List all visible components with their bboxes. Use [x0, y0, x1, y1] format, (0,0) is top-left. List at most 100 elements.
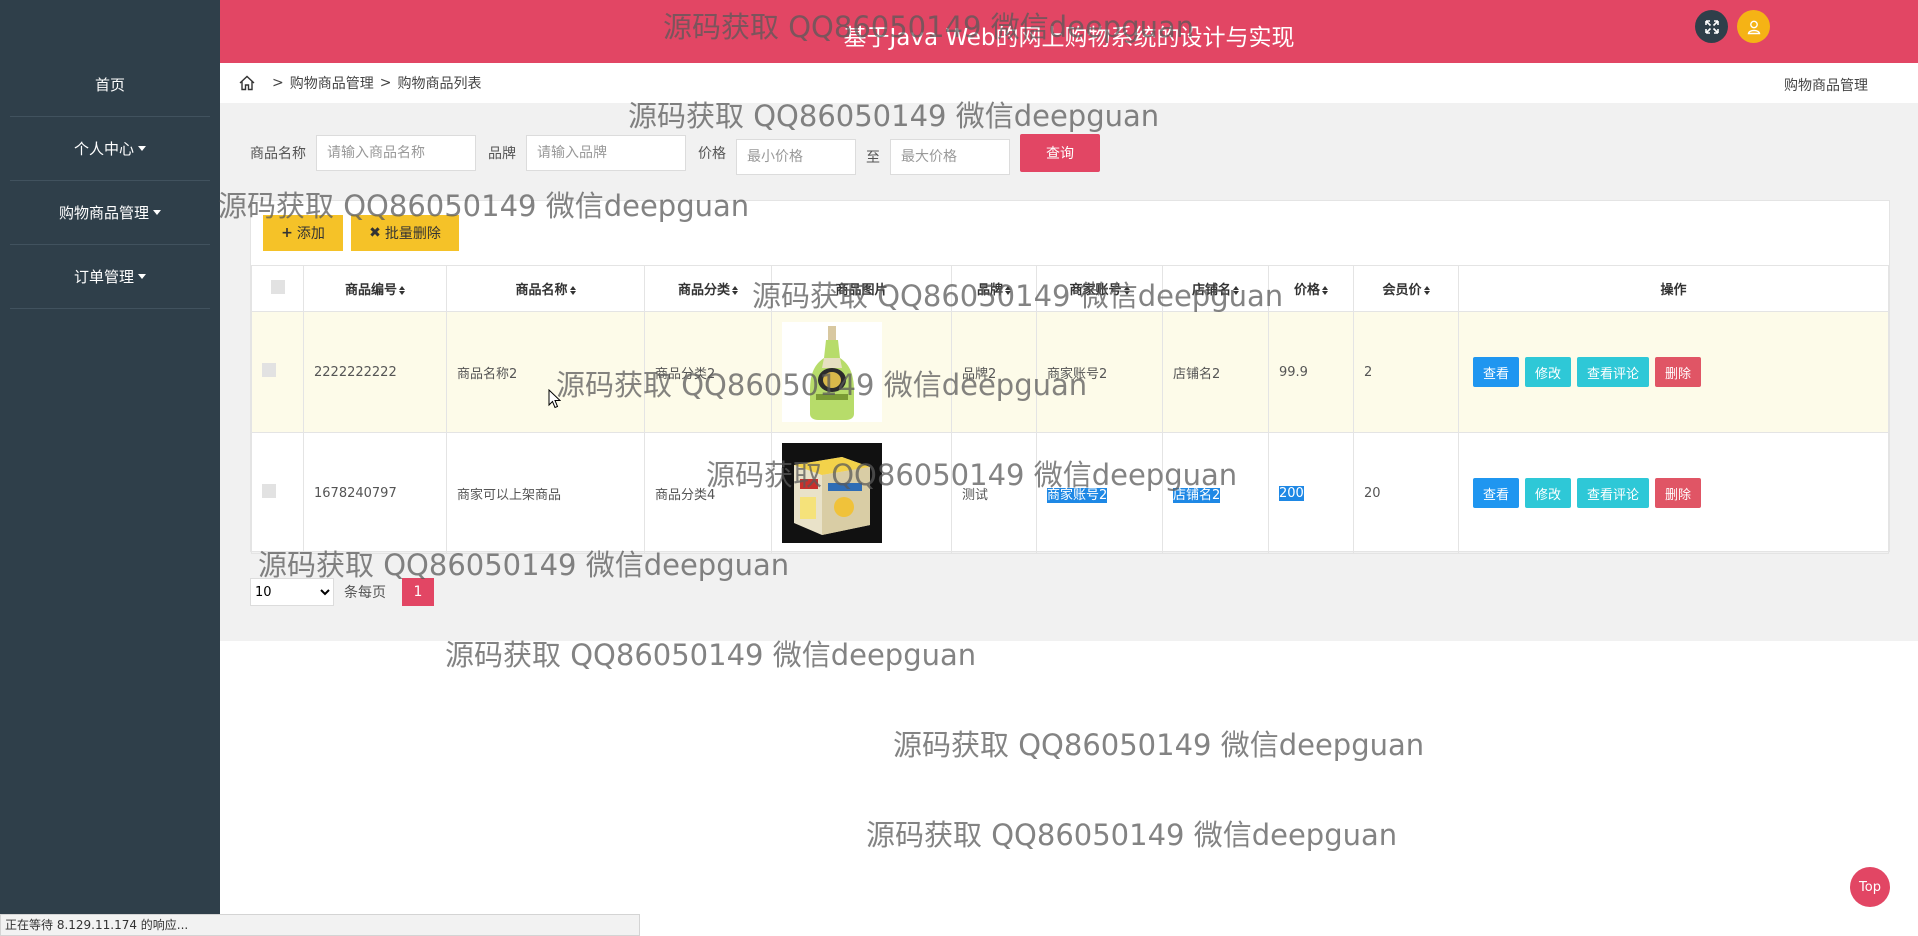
product-name-cell: 商品名称2 [446, 311, 645, 433]
column-header: 操作 [1458, 265, 1889, 312]
sidebar-item-label: 购物商品管理 [58, 204, 149, 222]
view-comments-button[interactable]: 查看评论 [1577, 357, 1650, 387]
product-image-cell [771, 432, 952, 554]
column-header[interactable]: 商品编号 [303, 265, 447, 312]
column-header[interactable]: 店铺名 [1162, 265, 1269, 312]
search-form: 商品名称 品牌 价格 至 查询 [250, 132, 1100, 175]
merchant-account-cell: 商家账号2 [1036, 432, 1163, 554]
row-checkbox[interactable] [262, 363, 276, 377]
shop-name-cell: 店铺名2 [1162, 432, 1269, 554]
sort-icon [1123, 286, 1130, 295]
sort-icon [1423, 286, 1430, 295]
product-image-box [782, 443, 882, 543]
user-icon [1747, 20, 1760, 34]
column-header-label: 商品分类 [677, 283, 730, 298]
product-image-cell [771, 311, 952, 433]
min-price-input[interactable] [736, 139, 856, 175]
column-header[interactable]: 商品分类 [644, 265, 772, 312]
sidebar-item-home[interactable]: 首页 [10, 53, 210, 117]
breadcrumb: > 购物商品管理 > 购物商品列表 购物商品管理 [220, 63, 1918, 103]
breadcrumb-item[interactable]: 购物商品管理 [290, 73, 374, 93]
query-button[interactable]: 查询 [1020, 134, 1100, 172]
add-button[interactable]: + 添加 [263, 215, 343, 251]
delete-button[interactable]: 删除 [1655, 357, 1702, 387]
brand-input[interactable] [526, 135, 686, 171]
actions-cell: 查看 修改 查看评论 删除 [1458, 311, 1889, 433]
column-header-label: 品牌 [976, 283, 1003, 298]
edit-button[interactable]: 修改 [1525, 478, 1572, 508]
column-header[interactable]: 商品名称 [446, 265, 645, 312]
watermark-text: 源码获取 QQ86050149 微信deepguan [866, 818, 1398, 852]
caret-down-icon [138, 146, 146, 151]
caret-down-icon [138, 274, 146, 279]
product-table: 商品编号 商品名称 商品分类 商品图片 品牌 商家账号 店铺名 价格 会员价 操… [251, 265, 1889, 554]
add-button-label: 添加 [296, 226, 325, 242]
batch-delete-button-label: 批量删除 [384, 226, 441, 242]
caret-down-icon [153, 210, 161, 215]
view-comments-button[interactable]: 查看评论 [1577, 478, 1650, 508]
selected-text: 店铺名2 [1173, 487, 1221, 503]
member-price-cell: 2 [1353, 311, 1459, 433]
sidebar-item-product-management[interactable]: 购物商品管理 [10, 181, 210, 245]
edit-button[interactable]: 修改 [1525, 357, 1572, 387]
delete-button[interactable]: 删除 [1655, 478, 1702, 508]
column-header-label: 会员价 [1382, 283, 1422, 298]
column-header[interactable]: 品牌 [951, 265, 1037, 312]
table-header-row: 商品编号 商品名称 商品分类 商品图片 品牌 商家账号 店铺名 价格 会员价 操… [251, 265, 1889, 312]
breadcrumb-item: 购物商品列表 [397, 76, 482, 92]
price-cell: 99.9 [1268, 311, 1354, 433]
product-image-bottle [782, 322, 882, 422]
select-all-checkbox[interactable] [270, 279, 285, 294]
column-header[interactable]: 价格 [1268, 265, 1354, 312]
column-header[interactable]: 商家账号 [1036, 265, 1163, 312]
product-list-panel: + 添加 ✖ 批量删除 商品编号 商品名称 商品分类 商品图片 品牌 商家账号 店铺… [250, 200, 1890, 554]
batch-delete-button[interactable]: ✖ 批量删除 [351, 215, 459, 251]
price-label: 价格 [698, 146, 726, 162]
merchant-account-cell: 商家账号2 [1036, 311, 1163, 433]
page-size-select[interactable]: 10 [250, 578, 334, 606]
view-button[interactable]: 查看 [1473, 478, 1520, 508]
home-icon[interactable] [238, 75, 256, 91]
sidebar: 首页 个人中心 购物商品管理 订单管理 [0, 0, 220, 936]
column-header-label: 商品图片 [835, 283, 888, 298]
table-row[interactable]: 1678240797 商家可以上架商品 商品分类4 测试 商家账号2 店铺名2 … [251, 432, 1889, 554]
max-price-input[interactable] [890, 139, 1010, 175]
breadcrumb-separator: > [272, 75, 284, 91]
column-header-label: 商品编号 [344, 283, 397, 298]
sidebar-item-order-management[interactable]: 订单管理 [10, 245, 210, 309]
watermark-text: 源码获取 QQ86050149 微信deepguan [893, 728, 1425, 762]
breadcrumb-separator: > [379, 75, 392, 91]
row-select-cell [251, 311, 304, 433]
shop-name-cell: 店铺名2 [1162, 311, 1269, 433]
to-label: 至 [866, 150, 880, 166]
product-name-cell: 商家可以上架商品 [446, 432, 645, 554]
member-price-cell: 20 [1353, 432, 1459, 554]
mouse-cursor-icon [548, 389, 561, 409]
sidebar-item-label: 首页 [94, 76, 125, 94]
selected-text: 商家账号2 [1047, 487, 1108, 503]
product-name-input[interactable] [316, 135, 476, 171]
expand-icon [1704, 19, 1719, 34]
sort-icon [732, 286, 738, 295]
product-brand-cell: 品牌2 [951, 311, 1037, 433]
table-row[interactable]: 2222222222 商品名称2 商品分类2 品牌2 商家账号2 店铺名2 99… [251, 311, 1889, 433]
row-checkbox[interactable] [262, 484, 276, 498]
close-icon: ✖ [369, 225, 381, 241]
view-button[interactable]: 查看 [1473, 357, 1520, 387]
selected-text: 200 [1279, 485, 1304, 501]
column-header-label: 商品名称 [515, 283, 568, 298]
column-header-label: 价格 [1293, 283, 1320, 298]
column-header-label: 商家账号 [1069, 283, 1122, 298]
actions-cell: 查看 修改 查看评论 删除 [1458, 432, 1889, 554]
back-to-top-button[interactable]: Top [1850, 867, 1890, 907]
breadcrumb-right-label: 购物商品管理 [1784, 78, 1868, 94]
sidebar-item-personal-center[interactable]: 个人中心 [10, 117, 210, 181]
product-category-cell: 商品分类2 [644, 311, 772, 433]
price-cell: 200 [1268, 432, 1354, 554]
sidebar-item-label: 订单管理 [73, 268, 134, 286]
fullscreen-button[interactable] [1695, 10, 1728, 43]
user-button[interactable] [1737, 10, 1770, 43]
column-header[interactable]: 会员价 [1353, 265, 1459, 312]
plus-icon: + [281, 225, 293, 241]
page-number-button[interactable]: 1 [402, 578, 434, 606]
